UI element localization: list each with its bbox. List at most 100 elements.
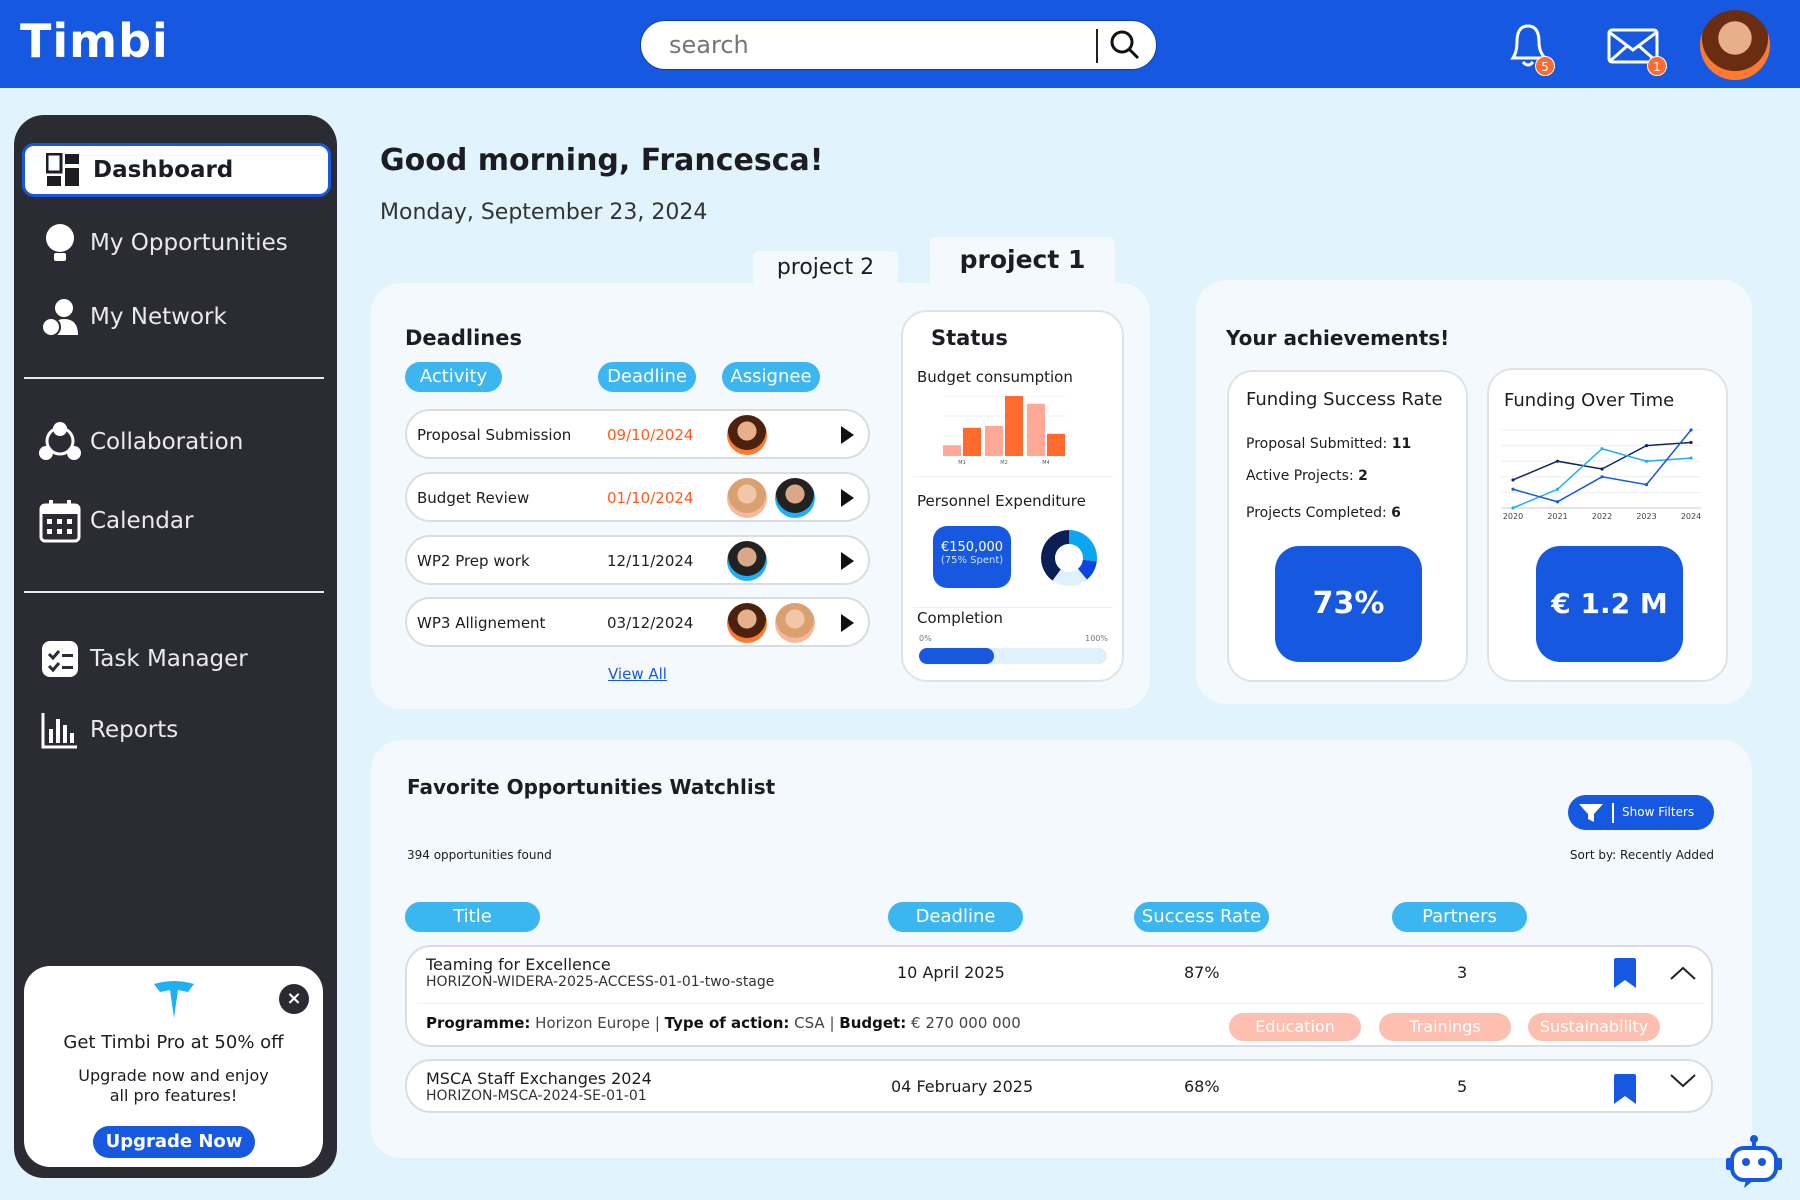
search-input[interactable]: [669, 29, 1089, 61]
assignee-avatar[interactable]: [727, 603, 767, 643]
deadline-column-header[interactable]: Deadline: [888, 902, 1023, 932]
show-filters-button[interactable]: Show Filters: [1568, 795, 1714, 830]
opportunity-success-rate: 68%: [1184, 1077, 1220, 1096]
stat-line: Projects Completed: 6: [1246, 505, 1401, 521]
play-icon[interactable]: [841, 552, 854, 570]
sidebar-item-dashboard[interactable]: Dashboard: [22, 143, 331, 197]
watchlist-row[interactable]: MSCA Staff Exchanges 2024 HORIZON-MSCA-2…: [405, 1059, 1713, 1113]
x-tick-label: 2021: [1547, 512, 1567, 521]
close-promo-button[interactable]: ×: [279, 984, 309, 1014]
promo-text: Upgrade now and enjoy: [78, 1066, 269, 1085]
stat-label: Projects Completed:: [1246, 505, 1392, 521]
close-icon: ×: [286, 988, 302, 1009]
collaboration-icon: [30, 421, 90, 463]
filter-icon: [1579, 804, 1603, 822]
deadline-row[interactable]: Budget Review 01/10/2024: [405, 472, 870, 522]
sidebar-item-label: My Network: [90, 304, 227, 330]
data-point: [1600, 447, 1604, 451]
sidebar-item-task-manager[interactable]: Task Manager: [22, 632, 331, 686]
opportunity-success-rate: 87%: [1184, 963, 1220, 982]
sidebar-item-calendar[interactable]: Calendar: [22, 494, 331, 548]
activity-name: Proposal Submission: [417, 426, 572, 444]
assignee-avatar[interactable]: [727, 415, 767, 455]
assignee-avatar[interactable]: [727, 478, 767, 518]
activity-column-header[interactable]: Activity: [405, 362, 502, 392]
play-icon[interactable]: [841, 426, 854, 444]
assignee-avatar[interactable]: [775, 603, 815, 643]
deadline-row[interactable]: WP2 Prep work 12/11/2024: [405, 535, 870, 585]
message-badge: 1: [1647, 56, 1667, 76]
sidebar-item-reports[interactable]: Reports: [22, 703, 331, 757]
budget-consumption-title: Budget consumption: [917, 368, 1073, 386]
assignee-avatar[interactable]: [727, 541, 767, 581]
achievements-title: Your achievements!: [1226, 326, 1450, 350]
opportunity-code: HORIZON-WIDERA-2025-ACCESS-01-01-two-sta…: [426, 974, 775, 990]
funding-over-time-title: Funding Over Time: [1504, 390, 1675, 411]
tag-sustainability[interactable]: Sustainability: [1528, 1013, 1660, 1041]
tag-trainings[interactable]: Trainings: [1379, 1013, 1511, 1041]
budget-bar: [1005, 396, 1023, 456]
sidebar-item-my-opportunities[interactable]: My Opportunities: [22, 216, 331, 270]
sidebar-item-my-network[interactable]: My Network: [22, 290, 331, 344]
activity-name: Budget Review: [417, 489, 530, 507]
sidebar-item-label: Calendar: [90, 508, 194, 534]
sidebar-item-label: Collaboration: [90, 429, 244, 455]
x-tick-label: 2024: [1681, 512, 1701, 521]
budget-bar: [963, 427, 981, 456]
partners-column-header[interactable]: Partners: [1392, 902, 1527, 932]
deadline-row[interactable]: Proposal Submission 09/10/2024: [405, 409, 870, 459]
stat-label: Proposal Submitted:: [1246, 436, 1392, 452]
success-rate-column-header[interactable]: Success Rate: [1134, 902, 1269, 932]
task-icon: [30, 640, 90, 678]
data-point: [1555, 459, 1560, 463]
bookmark-icon[interactable]: [1613, 1073, 1637, 1105]
promo-title: Get Timbi Pro at 50% off: [63, 1032, 284, 1053]
notifications-button[interactable]: 5: [1505, 20, 1555, 76]
sidebar-item-label: Task Manager: [90, 646, 248, 672]
completion-progress-fill: [919, 648, 995, 664]
show-filters-label: Show Filters: [1622, 805, 1695, 819]
total-funding-value: € 1.2 M: [1536, 546, 1683, 662]
upgrade-now-button[interactable]: Upgrade Now: [93, 1126, 255, 1158]
chatbot-icon[interactable]: [1726, 1134, 1782, 1190]
data-point: [1600, 467, 1604, 471]
current-date: Monday, September 23, 2024: [380, 200, 708, 225]
timbi-logo[interactable]: Timbi: [20, 14, 169, 68]
tag-education[interactable]: Education: [1229, 1013, 1361, 1041]
greeting: Good morning, Francesca!: [380, 143, 824, 178]
stat-label: Active Projects:: [1246, 468, 1359, 484]
messages-button[interactable]: 1: [1607, 26, 1667, 76]
user-avatar[interactable]: [1700, 10, 1770, 80]
assignee-column-header[interactable]: Assignee: [722, 362, 820, 392]
sort-dropdown[interactable]: Sort by: Recently Added: [1570, 848, 1714, 862]
sidebar-item-label: Dashboard: [93, 157, 234, 183]
stat-line: Proposal Submitted: 11: [1246, 436, 1411, 452]
chevron-down-icon[interactable]: [1669, 1073, 1697, 1089]
stat-line: Active Projects: 2: [1246, 468, 1368, 484]
funding-success-card: Funding Success Rate Proposal Submitted:…: [1227, 370, 1468, 682]
opportunity-title: MSCA Staff Exchanges 2024: [426, 1069, 652, 1088]
filter-divider: [1612, 803, 1614, 823]
search-icon[interactable]: [1109, 29, 1141, 61]
bookmark-icon[interactable]: [1613, 957, 1637, 989]
assignee-avatar[interactable]: [775, 478, 815, 518]
view-all-link[interactable]: View All: [608, 665, 667, 683]
deadline-column-header[interactable]: Deadline: [598, 362, 696, 392]
title-column-header[interactable]: Title: [405, 902, 540, 932]
play-icon[interactable]: [841, 489, 854, 507]
deadlines-title: Deadlines: [405, 326, 522, 350]
tab-project-1[interactable]: project 1: [930, 237, 1115, 287]
network-icon: [30, 297, 90, 337]
section-divider: [913, 476, 1113, 477]
play-icon[interactable]: [841, 614, 854, 632]
success-rate-value: 73%: [1275, 546, 1422, 662]
chevron-up-icon[interactable]: [1669, 965, 1697, 981]
opportunity-details: Programme: Horizon Europe | Type of acti…: [426, 1014, 1021, 1032]
upgrade-promo-card: × Get Timbi Pro at 50% off Upgrade now a…: [24, 966, 323, 1167]
action-value: CSA: [794, 1014, 825, 1032]
opportunity-deadline: 04 February 2025: [891, 1077, 1034, 1096]
watchlist-row[interactable]: Teaming for Excellence HORIZON-WIDERA-20…: [405, 945, 1713, 1047]
deadline-row[interactable]: WP3 Allignement 03/12/2024: [405, 597, 870, 647]
sidebar-item-collaboration[interactable]: Collaboration: [22, 415, 331, 469]
personnel-amount: €150,000: [940, 540, 1004, 555]
